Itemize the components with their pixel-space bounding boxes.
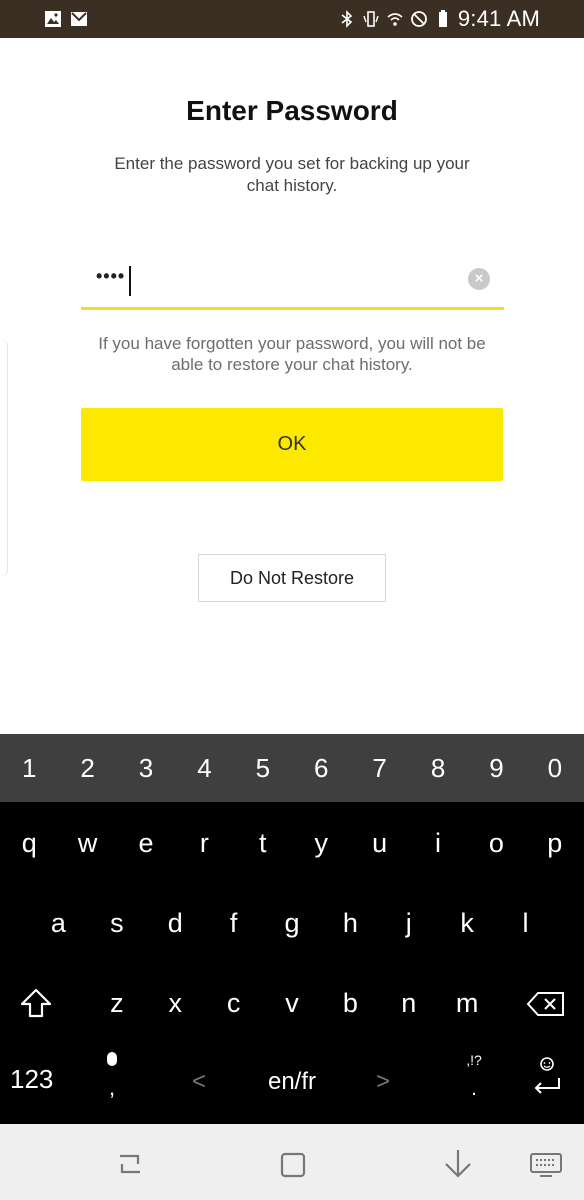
key-j[interactable]: j bbox=[380, 884, 438, 962]
letter-row-1: q w e r t y u i o p bbox=[0, 804, 584, 882]
wifi-icon bbox=[387, 13, 403, 26]
key-t[interactable]: t bbox=[234, 804, 292, 882]
key-i[interactable]: i bbox=[409, 804, 467, 882]
key-x[interactable]: x bbox=[146, 964, 204, 1042]
text-caret bbox=[129, 266, 131, 296]
keyboard-toggle-icon[interactable] bbox=[528, 1146, 564, 1182]
key-6[interactable]: 6 bbox=[292, 734, 350, 802]
key-2[interactable]: 2 bbox=[58, 734, 116, 802]
status-bar: 9:41 AM bbox=[0, 0, 584, 38]
key-8[interactable]: 8 bbox=[409, 734, 467, 802]
clear-input-icon[interactable]: × bbox=[468, 268, 490, 290]
key-9[interactable]: 9 bbox=[467, 734, 525, 802]
key-k[interactable]: k bbox=[438, 884, 496, 962]
cursor-right-key[interactable]: > bbox=[376, 1068, 390, 1096]
key-g[interactable]: g bbox=[263, 884, 321, 962]
side-edge-handle[interactable] bbox=[0, 340, 8, 576]
key-l[interactable]: l bbox=[496, 884, 554, 962]
microphone-icon bbox=[107, 1052, 117, 1066]
key-0[interactable]: 0 bbox=[526, 734, 584, 802]
key-a[interactable]: a bbox=[29, 884, 87, 962]
letter-row-2: a s d f g h j k l bbox=[0, 884, 584, 962]
key-o[interactable]: o bbox=[467, 804, 525, 882]
password-value: •••• bbox=[96, 266, 126, 286]
key-w[interactable]: w bbox=[58, 804, 116, 882]
period-glyph: . bbox=[471, 1078, 477, 1100]
key-h[interactable]: h bbox=[321, 884, 379, 962]
recent-apps-icon[interactable] bbox=[112, 1146, 148, 1182]
space-bar-language[interactable]: en/fr bbox=[0, 1068, 584, 1096]
period-key[interactable]: ,!? . bbox=[462, 1052, 486, 1101]
do-not-disturb-icon bbox=[410, 11, 427, 27]
key-5[interactable]: 5 bbox=[234, 734, 292, 802]
key-c[interactable]: c bbox=[204, 964, 262, 1042]
key-4[interactable]: 4 bbox=[175, 734, 233, 802]
ok-button[interactable]: OK bbox=[81, 408, 503, 481]
status-time: 9:41 AM bbox=[457, 6, 540, 31]
key-v[interactable]: v bbox=[263, 964, 321, 1042]
key-3[interactable]: 3 bbox=[117, 734, 175, 802]
do-not-restore-button[interactable]: Do Not Restore bbox=[198, 554, 386, 602]
enter-key-icon[interactable] bbox=[530, 1056, 564, 1100]
key-1[interactable]: 1 bbox=[0, 734, 58, 802]
key-b[interactable]: b bbox=[321, 964, 379, 1042]
back-icon[interactable] bbox=[440, 1146, 476, 1182]
key-q[interactable]: q bbox=[0, 804, 58, 882]
key-z[interactable]: z bbox=[88, 964, 146, 1042]
page-subtitle: Enter the password you set for backing u… bbox=[114, 154, 470, 195]
home-icon[interactable] bbox=[274, 1146, 310, 1182]
gmail-icon bbox=[71, 12, 87, 26]
key-f[interactable]: f bbox=[204, 884, 262, 962]
gallery-icon bbox=[45, 11, 61, 27]
key-s[interactable]: s bbox=[88, 884, 146, 962]
forgot-password-warning: If you have forgotten your password, you… bbox=[98, 334, 486, 374]
key-e[interactable]: e bbox=[117, 804, 175, 882]
key-r[interactable]: r bbox=[175, 804, 233, 882]
battery-icon bbox=[438, 10, 447, 27]
soft-keyboard: 1 2 3 4 5 6 7 8 9 0 q w e r t y u i o p … bbox=[0, 734, 584, 1124]
vibrate-icon bbox=[363, 11, 379, 27]
key-n[interactable]: n bbox=[380, 964, 438, 1042]
key-m[interactable]: m bbox=[438, 964, 496, 1042]
key-u[interactable]: u bbox=[350, 804, 408, 882]
page-title: Enter Password bbox=[186, 95, 398, 126]
bluetooth-icon bbox=[341, 10, 353, 28]
key-y[interactable]: y bbox=[292, 804, 350, 882]
key-p[interactable]: p bbox=[526, 804, 584, 882]
navigation-bar bbox=[0, 1124, 584, 1200]
password-field[interactable]: •••• × bbox=[81, 258, 504, 310]
letter-row-3: z x c v b n m bbox=[0, 964, 584, 1042]
key-d[interactable]: d bbox=[146, 884, 204, 962]
key-7[interactable]: 7 bbox=[350, 734, 408, 802]
punctuation-hint: ,!? bbox=[466, 1052, 482, 1068]
number-row: 1 2 3 4 5 6 7 8 9 0 bbox=[0, 734, 584, 802]
backspace-key-icon[interactable] bbox=[526, 990, 566, 1018]
